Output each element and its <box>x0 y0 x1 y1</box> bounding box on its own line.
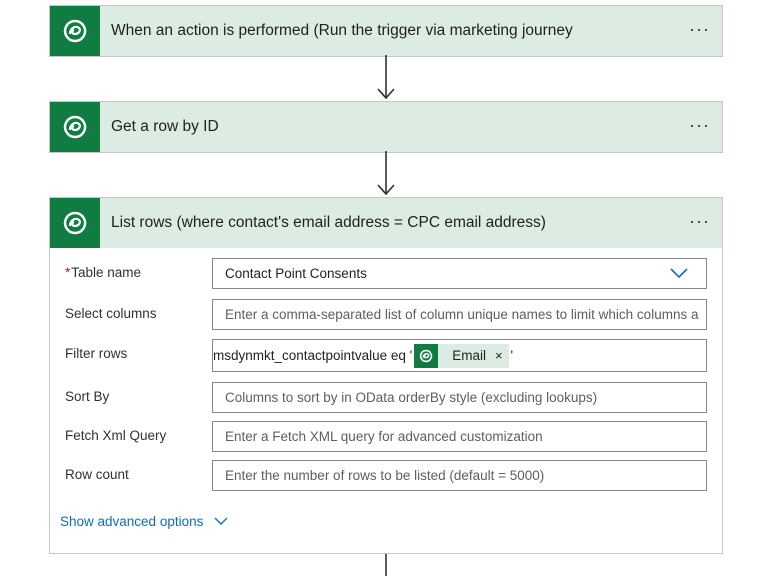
row-count-input[interactable]: Enter the number of rows to be listed (d… <box>212 460 707 491</box>
required-marker: * <box>65 265 71 280</box>
sort-by-input[interactable]: Columns to sort by in OData orderBy styl… <box>212 382 707 413</box>
more-options-icon[interactable]: ··· <box>689 212 710 230</box>
dataverse-logo-icon <box>50 198 100 248</box>
get-row-step-title: Get a row by ID <box>111 118 219 135</box>
table-name-row: *Table name Contact Point Consents <box>50 258 722 290</box>
row-count-row: Row count Enter the number of rows to be… <box>50 460 722 492</box>
sort-by-placeholder: Columns to sort by in OData orderBy styl… <box>225 390 598 405</box>
show-advanced-options-label: Show advanced options <box>60 514 204 529</box>
more-options-icon[interactable]: ··· <box>689 20 710 38</box>
get-row-step-header[interactable]: Get a row by ID ··· <box>50 102 722 152</box>
list-rows-step-header[interactable]: List rows (where contact's email address… <box>50 198 722 248</box>
fetch-xml-row: Fetch Xml Query Enter a Fetch XML query … <box>50 421 722 453</box>
list-rows-step-title: List rows (where contact's email address… <box>111 214 546 231</box>
trigger-step-card[interactable]: When an action is performed (Run the tri… <box>49 5 723 57</box>
row-count-placeholder: Enter the number of rows to be listed (d… <box>225 468 545 483</box>
filter-rows-row: Filter rows msdynmkt_contactpointvalue e… <box>50 339 722 372</box>
select-columns-input[interactable]: Enter a comma-separated list of column u… <box>212 299 707 330</box>
table-name-label: *Table name <box>65 265 142 280</box>
table-name-value: Contact Point Consents <box>225 266 367 281</box>
close-icon[interactable]: × <box>495 348 503 363</box>
select-columns-row: Select columns Enter a comma-separated l… <box>50 299 722 331</box>
get-row-step-card[interactable]: Get a row by ID ··· <box>49 101 723 153</box>
row-count-label: Row count <box>65 467 129 482</box>
show-advanced-options-link[interactable]: Show advanced options <box>60 514 228 529</box>
select-columns-label: Select columns <box>65 306 157 321</box>
fetch-xml-input[interactable]: Enter a Fetch XML query for advanced cus… <box>212 421 707 452</box>
email-token[interactable]: Email × <box>414 343 509 368</box>
more-options-icon[interactable]: ··· <box>689 116 710 134</box>
dataverse-logo-icon <box>50 6 100 56</box>
fetch-xml-placeholder: Enter a Fetch XML query for advanced cus… <box>225 429 543 444</box>
filter-rows-suffix: ' <box>510 348 514 363</box>
select-columns-placeholder: Enter a comma-separated list of column u… <box>225 307 699 322</box>
filter-rows-prefix: msdynmkt_contactpointvalue eq ' <box>213 348 413 363</box>
email-token-label: Email <box>452 348 486 363</box>
fetch-xml-label: Fetch Xml Query <box>65 428 167 443</box>
dataverse-logo-icon <box>50 102 100 152</box>
filter-rows-input[interactable]: msdynmkt_contactpointvalue eq ' Email × … <box>212 339 707 372</box>
chevron-down-icon <box>214 517 228 525</box>
arrow-down-icon <box>377 55 395 100</box>
chevron-down-icon[interactable] <box>670 268 688 279</box>
sort-by-label: Sort By <box>65 389 110 404</box>
sort-by-row: Sort By Columns to sort by in OData orde… <box>50 382 722 414</box>
trigger-step-header[interactable]: When an action is performed (Run the tri… <box>50 6 722 56</box>
trigger-step-title: When an action is performed (Run the tri… <box>111 22 573 39</box>
arrow-down-icon <box>377 151 395 196</box>
table-name-dropdown[interactable]: Contact Point Consents <box>212 258 707 289</box>
arrow-down-icon <box>385 554 387 576</box>
dataverse-logo-icon <box>414 343 439 368</box>
filter-rows-label: Filter rows <box>65 346 128 361</box>
list-rows-step-card[interactable]: List rows (where contact's email address… <box>49 197 723 554</box>
